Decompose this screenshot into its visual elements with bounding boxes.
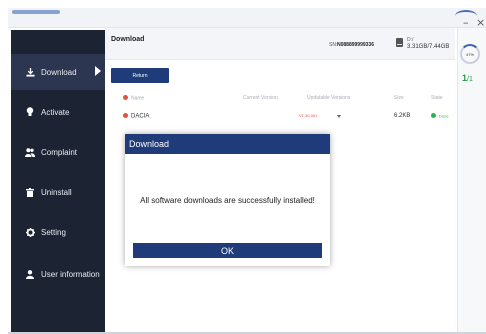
page-title: Download — [111, 36, 145, 43]
row-select-dot-icon[interactable] — [123, 113, 128, 118]
sidebar-item-label: User information — [41, 269, 100, 279]
return-button[interactable]: Return — [111, 68, 169, 83]
download-icon — [23, 67, 37, 77]
table-row[interactable]: DACIA V1.30.001 6.2KB Done — [105, 110, 455, 124]
col-current-version: Current Version — [243, 95, 278, 101]
dialog-message: All software downloads are successfully … — [140, 196, 315, 205]
dialog-title: Download — [125, 134, 330, 154]
col-name: Name — [123, 95, 144, 102]
chevron-down-icon — [337, 115, 341, 118]
version-select-value: V1.30.001 — [299, 113, 318, 118]
col-updatable-versions: Updatable Versions — [307, 95, 351, 101]
ok-button[interactable]: OK — [133, 243, 322, 258]
sn-value: N088899999336 — [337, 42, 374, 48]
version-select[interactable]: V1.30.001 — [295, 111, 347, 121]
app-logo-band — [12, 10, 60, 14]
title-bar: – × — [8, 8, 486, 28]
sidebar-item-setting[interactable]: Setting — [11, 214, 105, 250]
user-icon — [23, 269, 37, 279]
storage-percent-ring: 47% — [460, 44, 480, 64]
sidebar-item-activate[interactable]: Activate — [11, 94, 105, 130]
right-rail: 47% 1/1 — [457, 28, 486, 334]
bulb-icon — [23, 107, 37, 117]
done-status-icon — [431, 113, 436, 118]
sidebar-item-user-information[interactable]: User information — [11, 256, 105, 292]
sidebar: Download Activate Complaint Uninstall Se… — [11, 30, 105, 334]
download-dialog: Download All software downloads are succ… — [125, 134, 330, 266]
sidebar-item-label: Setting — [41, 227, 66, 237]
row-size: 6.2KB — [394, 113, 411, 119]
active-arrow-icon — [95, 66, 101, 76]
sidebar-item-label: Complaint — [41, 147, 78, 157]
sidebar-item-download[interactable]: Download — [11, 54, 105, 90]
people-icon — [23, 147, 37, 157]
sidebar-item-uninstall[interactable]: Uninstall — [11, 174, 105, 210]
col-state: State — [431, 95, 443, 101]
table-header: Name Current Version Updatable Versions … — [105, 92, 455, 104]
minimize-button[interactable]: – — [463, 17, 469, 28]
sidebar-item-label: Download — [41, 67, 77, 77]
row-name: DACIA — [123, 113, 149, 120]
page-indicator: 1/1 — [462, 73, 473, 83]
row-state: Done — [431, 113, 449, 120]
sidebar-item-label: Uninstall — [41, 187, 72, 197]
sd-card-icon — [396, 38, 403, 47]
gear-icon — [23, 227, 37, 237]
sidebar-item-label: Activate — [41, 107, 70, 117]
app-window: – × Download Activate Complaint Uninstal… — [8, 8, 486, 334]
sidebar-item-complaint[interactable]: Complaint — [11, 134, 105, 170]
disk-name: D:/ — [407, 37, 414, 43]
select-all-dot-icon[interactable] — [123, 95, 128, 100]
close-button[interactable]: × — [476, 17, 485, 28]
main-header: Download SN: N088899999336 D:/ 3.31GB/7.… — [105, 28, 455, 60]
trash-icon — [23, 187, 37, 197]
disk-usage: 3.31GB/7.44GB — [407, 44, 450, 50]
col-size: Size — [394, 95, 404, 101]
